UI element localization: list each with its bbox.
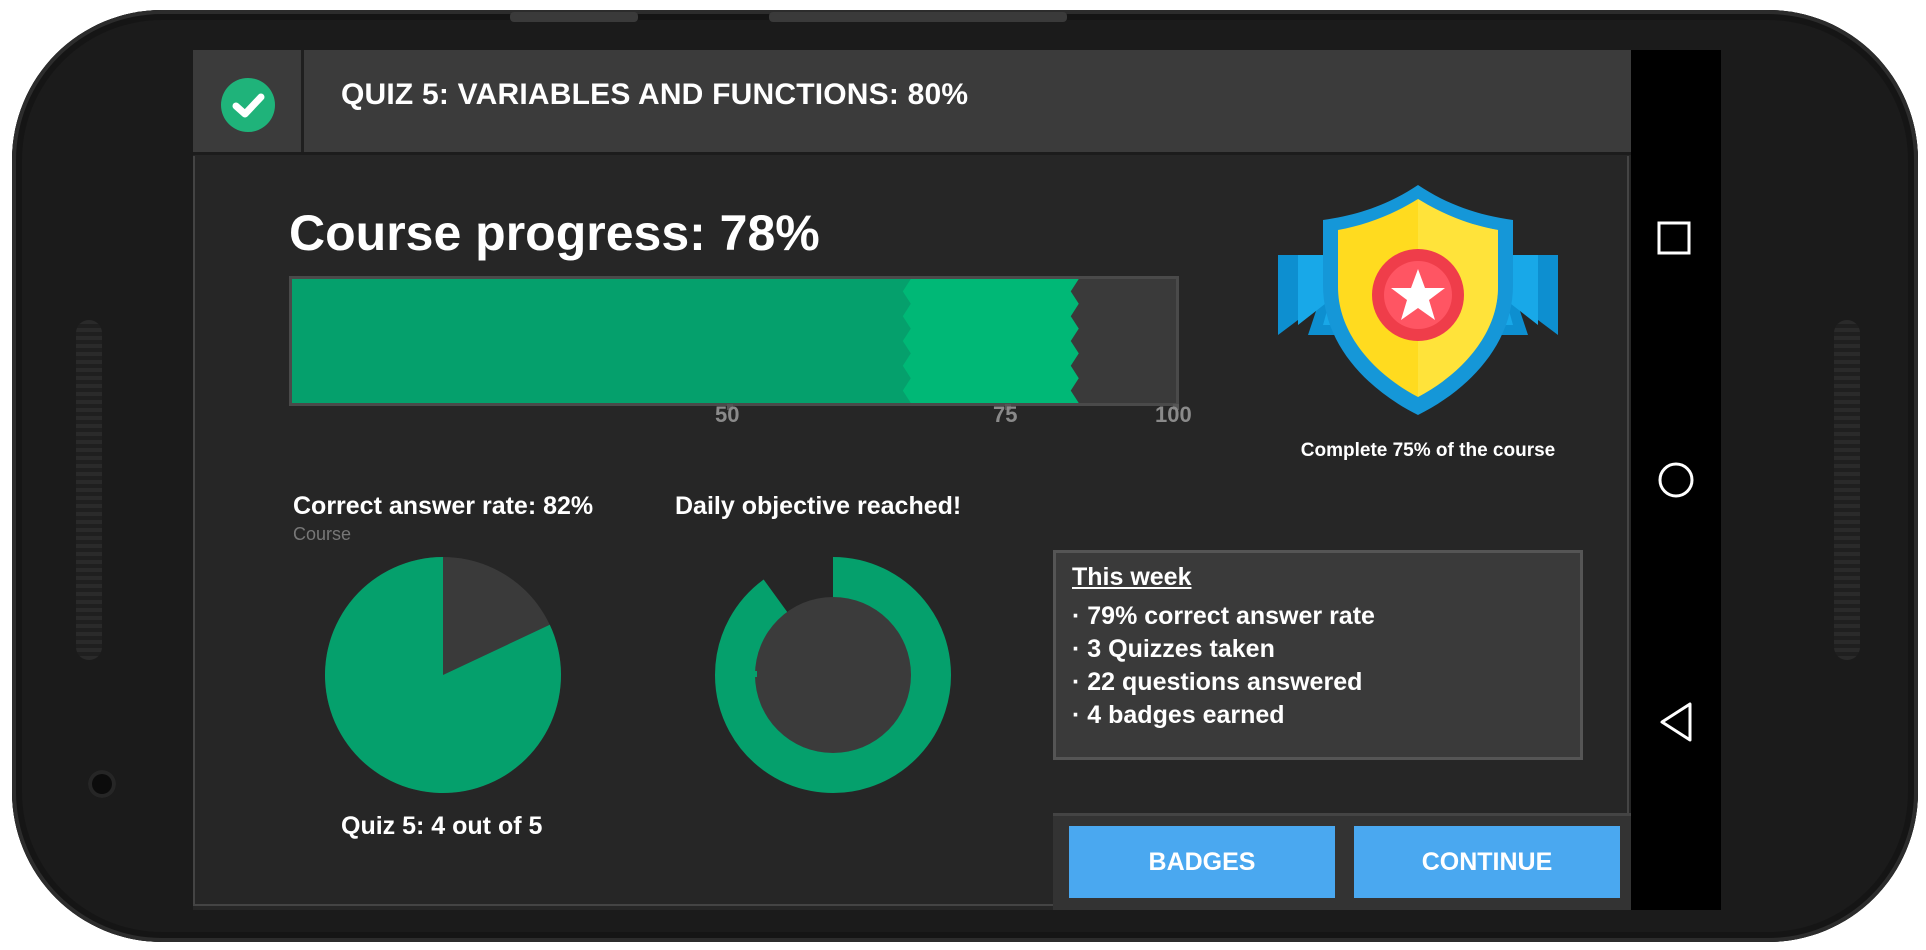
progress-bar-fill [292,279,1079,403]
right-speaker-grill [1834,320,1860,660]
ring-center [755,597,911,753]
this-week-title: This week [1072,563,1192,591]
phone-volume-button [510,12,638,22]
app-window: QUIZ 5: VARIABLES AND FUNCTIONS: 80% Cou… [193,50,1631,910]
week-item: · 79% correct answer rate [1072,602,1375,630]
android-nav-bar [1631,50,1721,910]
quiz-score-caption: Quiz 5: 4 out of 5 [341,812,543,840]
tick-label-50: 50 [715,402,740,427]
week-item: · 3 Quizzes taken [1072,635,1275,663]
home-icon[interactable] [1656,460,1696,504]
badge-caption: Complete 75% of the course [1300,440,1556,461]
daily-objective-label: Daily objective reached! [675,492,962,520]
left-speaker-grill [76,320,102,660]
this-week-panel: This week · 79% correct answer rate · 3 … [1053,550,1583,760]
week-item: · 22 questions answered [1072,668,1363,696]
shield-badge-icon [1278,185,1558,415]
recents-icon[interactable] [1656,220,1692,260]
checkmark-icon [221,78,275,132]
phone-screen: QUIZ 5: VARIABLES AND FUNCTIONS: 80% Cou… [193,50,1721,910]
correct-rate-label: Correct answer rate: 82% [293,492,594,520]
correct-rate-sublabel: Course [293,524,352,544]
back-icon[interactable] [1656,700,1696,748]
course-progress-title: Course progress: 78% [289,205,820,261]
ring-tick [741,671,757,677]
badges-button[interactable]: BADGES [1069,826,1335,898]
week-item: · 4 badges earned [1072,701,1285,729]
correct-rate-pie [325,557,561,793]
quiz-header: QUIZ 5: VARIABLES AND FUNCTIONS: 80% [193,50,1631,155]
tick-label-75: 75 [993,402,1018,427]
check-cell [193,50,304,152]
button-bar: BADGES CONTINUE [1053,813,1631,910]
daily-objective-ring [715,557,951,793]
tick-label-100: 100 [1155,402,1192,427]
course-progress-bar [289,276,1179,406]
front-camera [88,770,116,798]
progress-bar-previous [292,279,911,403]
phone-power-button [769,12,1067,22]
quiz-title: QUIZ 5: VARIABLES AND FUNCTIONS: 80% [341,78,969,111]
continue-button[interactable]: CONTINUE [1354,826,1620,898]
